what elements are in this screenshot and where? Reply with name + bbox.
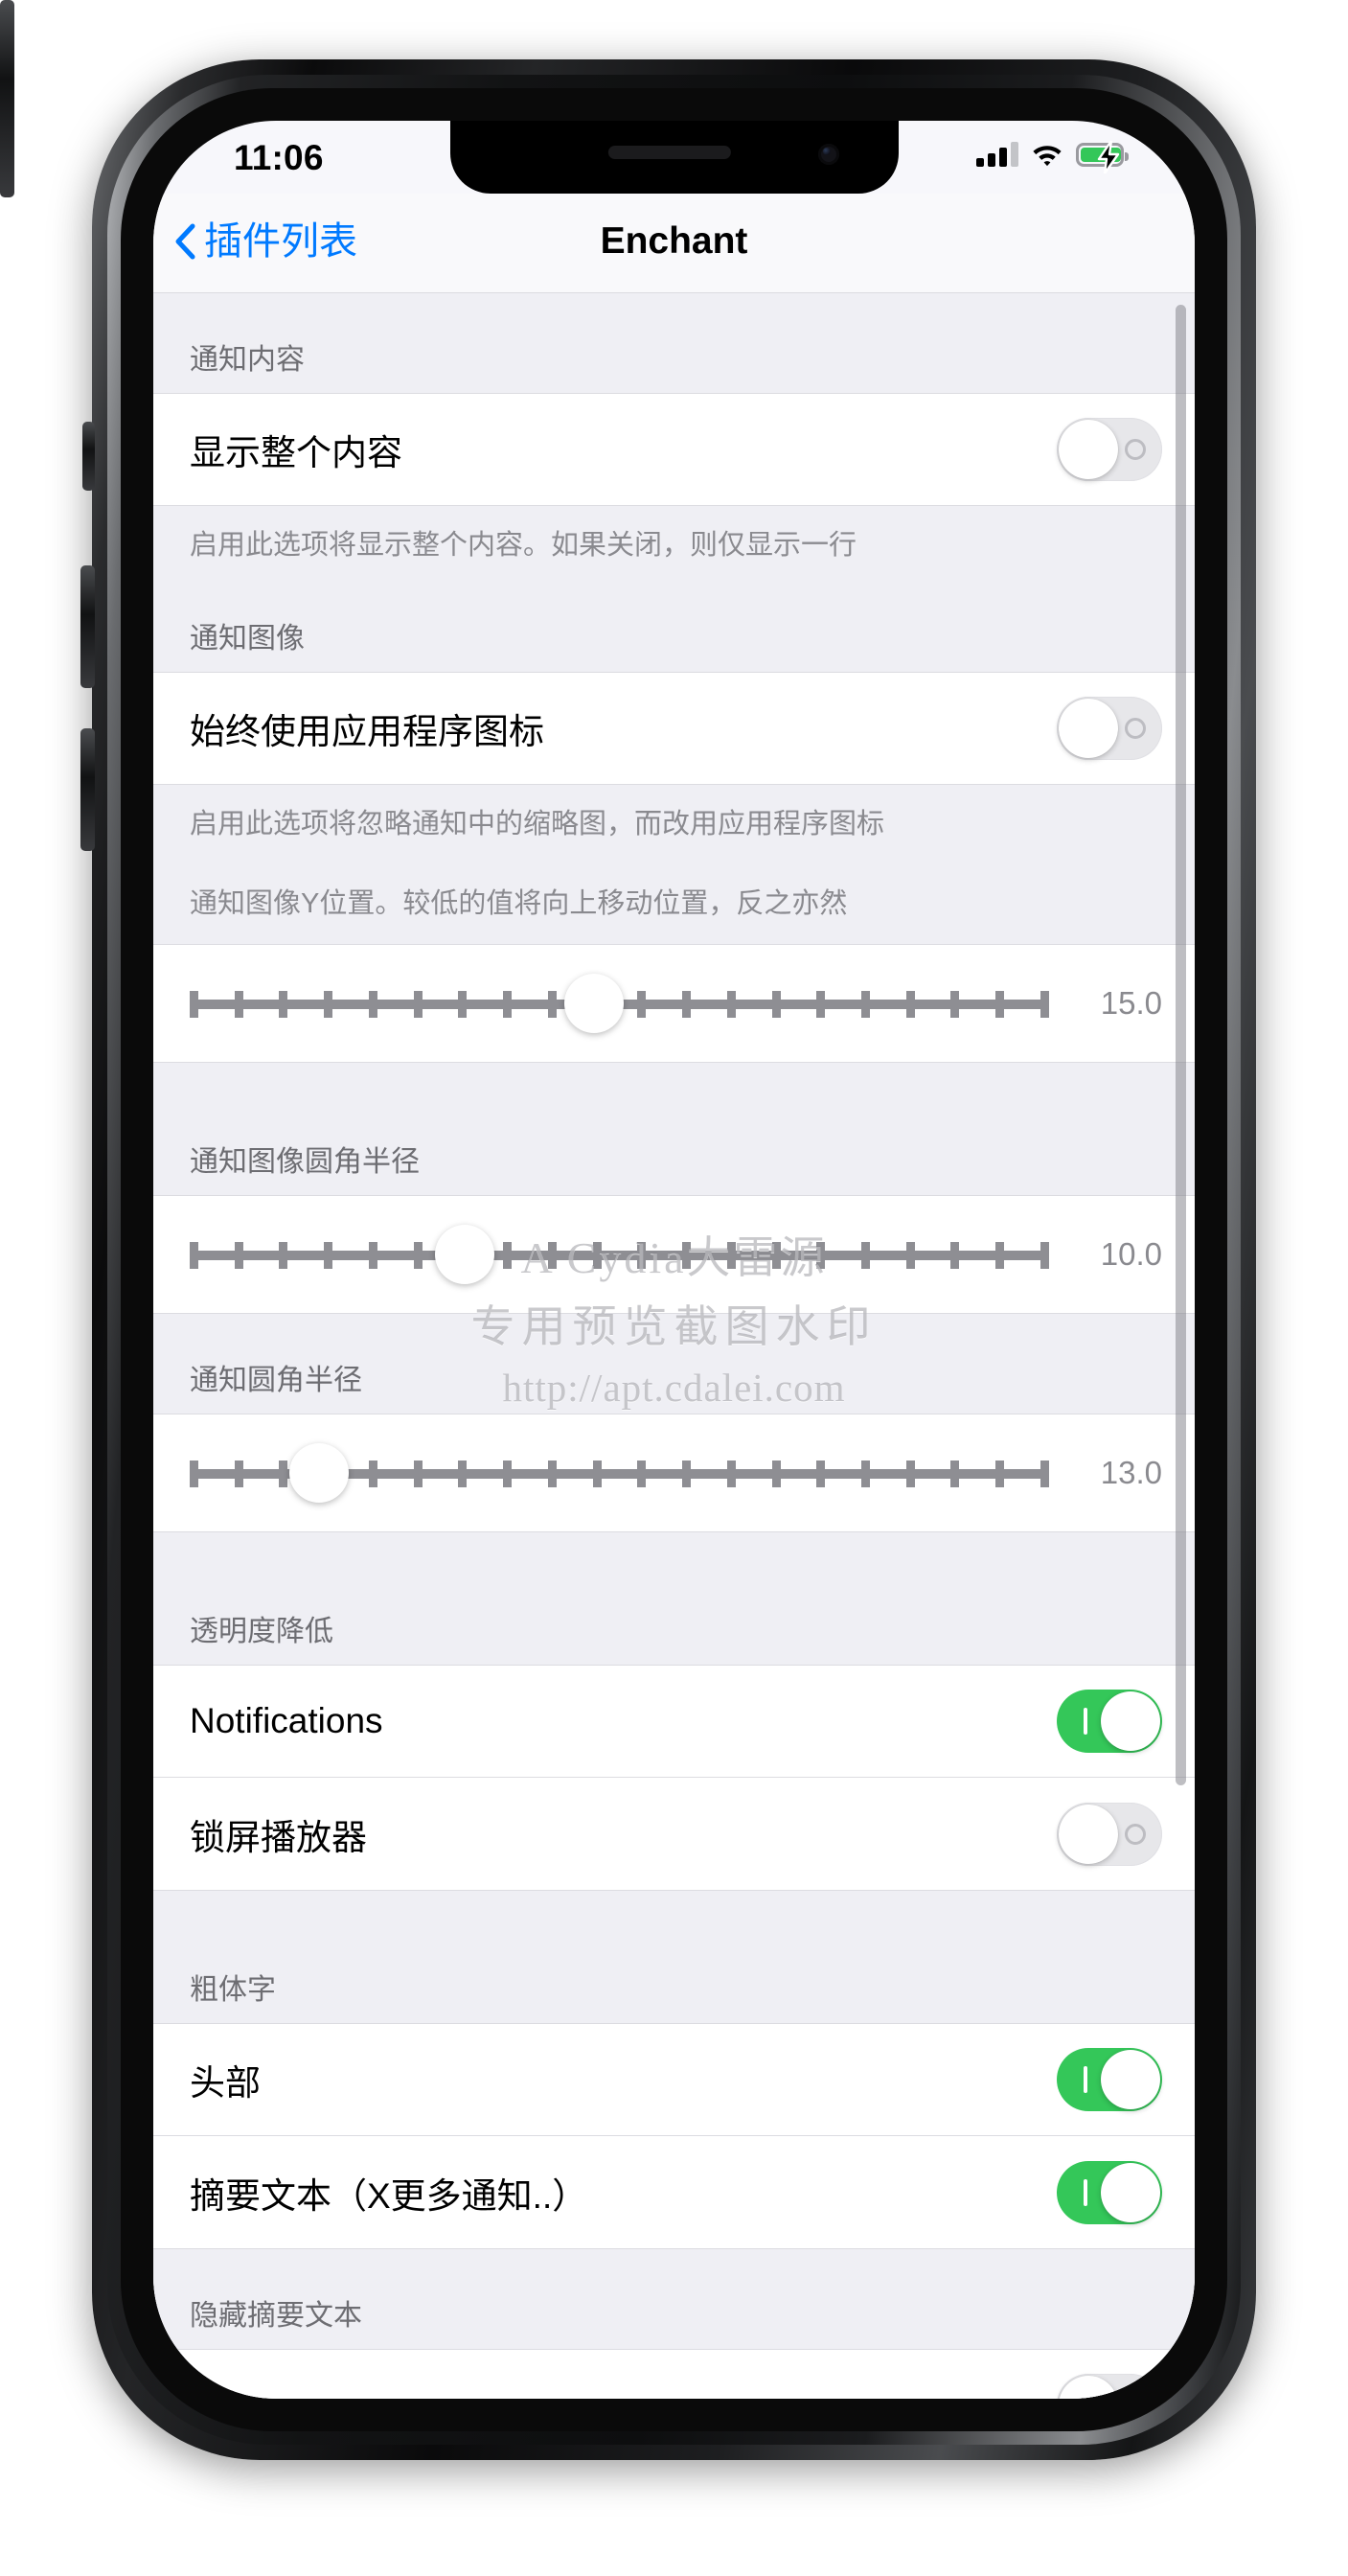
page-title: Enchant xyxy=(600,220,748,262)
row-show-entire-content[interactable]: 显示整个内容 xyxy=(153,393,1195,506)
row-label: 锁屏播放器 xyxy=(190,1817,367,1857)
screenshot-root: 11:06 插件列表 Enchant 通知内容 显示整个内容 启用此选项将显示整… xyxy=(0,0,1348,2576)
battery-charging-icon xyxy=(1076,140,1129,173)
row-label: 显示整个内容 xyxy=(190,433,402,472)
row-label: Notifications xyxy=(190,1701,383,1741)
section-gap xyxy=(153,1891,1195,1924)
section-gap xyxy=(153,1063,1195,1096)
row-hide-summary-text[interactable] xyxy=(153,2349,1195,2399)
row-header-bold[interactable]: 头部 xyxy=(153,2023,1195,2137)
switch-header-bold[interactable] xyxy=(1057,2048,1162,2112)
section-header-bold-text: 粗体字 xyxy=(153,1923,1195,2024)
switch-lockscreen-player[interactable] xyxy=(1057,1802,1162,1866)
cellular-signal-icon xyxy=(976,142,1018,167)
section-header-hide-summary-text: 隐藏摘要文本 xyxy=(153,2249,1195,2350)
section-footer-notification-content: 启用此选项将显示整个内容。如果关闭，则仅显示一行 xyxy=(153,506,1195,586)
row-slider-image-corner-radius[interactable]: 10.0 xyxy=(153,1195,1195,1315)
slider-thumb[interactable] xyxy=(288,1443,349,1504)
charging-bolt-icon xyxy=(1097,140,1120,173)
slider-value-label: 10.0 xyxy=(1100,1236,1162,1273)
front-camera-icon xyxy=(817,144,839,165)
section-header-notification-corner-radius: 通知圆角半径 xyxy=(153,1314,1195,1414)
slider-notification-corner-radius[interactable] xyxy=(190,1443,1049,1504)
slider-value-label: 15.0 xyxy=(1100,985,1162,1022)
volume-up-button[interactable] xyxy=(80,565,95,688)
row-label: 摘要文本（X更多通知..） xyxy=(190,2175,588,2216)
section-footer-notification-image: 启用此选项将忽略通知中的缩略图，而改用应用程序图标 xyxy=(153,785,1195,865)
status-bar-indicators xyxy=(976,140,1129,173)
navigation-bar: 插件列表 Enchant xyxy=(153,194,1195,293)
slider-image-y-position[interactable] xyxy=(190,974,1049,1034)
row-slider-notification-corner-radius[interactable]: 13.0 xyxy=(153,1414,1195,1533)
row-slider-image-y-position[interactable]: 15.0 xyxy=(153,944,1195,1064)
switch-hide-summary-text[interactable] xyxy=(1057,2374,1162,2399)
vertical-scrollbar[interactable] xyxy=(1176,305,1186,1785)
slider-value-label: 13.0 xyxy=(1100,1455,1162,1491)
section-header-notification-image: 通知图像 xyxy=(153,586,1195,673)
row-label: 始终使用应用程序图标 xyxy=(190,712,544,752)
row-always-use-app-icon[interactable]: 始终使用应用程序图标 xyxy=(153,672,1195,786)
switch-show-entire-content[interactable] xyxy=(1057,418,1162,481)
row-label: 头部 xyxy=(190,2063,261,2104)
slider-image-corner-radius[interactable] xyxy=(190,1225,1049,1285)
row-summary-text-bold[interactable]: 摘要文本（X更多通知..） xyxy=(153,2135,1195,2250)
switch-always-use-app-icon[interactable] xyxy=(1057,697,1162,761)
slider-thumb[interactable] xyxy=(563,974,624,1034)
section-header-notification-content: 通知内容 xyxy=(153,293,1195,393)
mute-switch-button[interactable] xyxy=(82,422,95,491)
settings-table[interactable]: 通知内容 显示整个内容 启用此选项将显示整个内容。如果关闭，则仅显示一行 通知图… xyxy=(153,293,1195,2399)
row-lockscreen-player[interactable]: 锁屏播放器 xyxy=(153,1777,1195,1892)
section-header-reduce-transparency: 透明度降低 xyxy=(153,1565,1195,1666)
switch-summary-text-bold[interactable] xyxy=(1057,2160,1162,2224)
slider-thumb[interactable] xyxy=(435,1225,495,1285)
section-gap xyxy=(153,1532,1195,1566)
notch xyxy=(449,121,899,194)
row-notifications[interactable]: Notifications xyxy=(153,1665,1195,1779)
section-header-image-corner-radius: 通知图像圆角半径 xyxy=(153,1095,1195,1196)
volume-down-button[interactable] xyxy=(80,728,95,851)
power-button[interactable] xyxy=(0,0,14,197)
status-bar-clock: 11:06 xyxy=(234,138,324,177)
phone-screen: 11:06 插件列表 Enchant 通知内容 显示整个内容 启用此选项将显示整… xyxy=(153,121,1195,2399)
section-footer-image-y-position: 通知图像Y位置。较低的值将向上移动位置，反之亦然 xyxy=(153,864,1195,945)
earpiece-speaker-icon xyxy=(607,146,731,159)
wifi-icon xyxy=(1031,142,1063,167)
switch-notifications[interactable] xyxy=(1057,1690,1162,1754)
